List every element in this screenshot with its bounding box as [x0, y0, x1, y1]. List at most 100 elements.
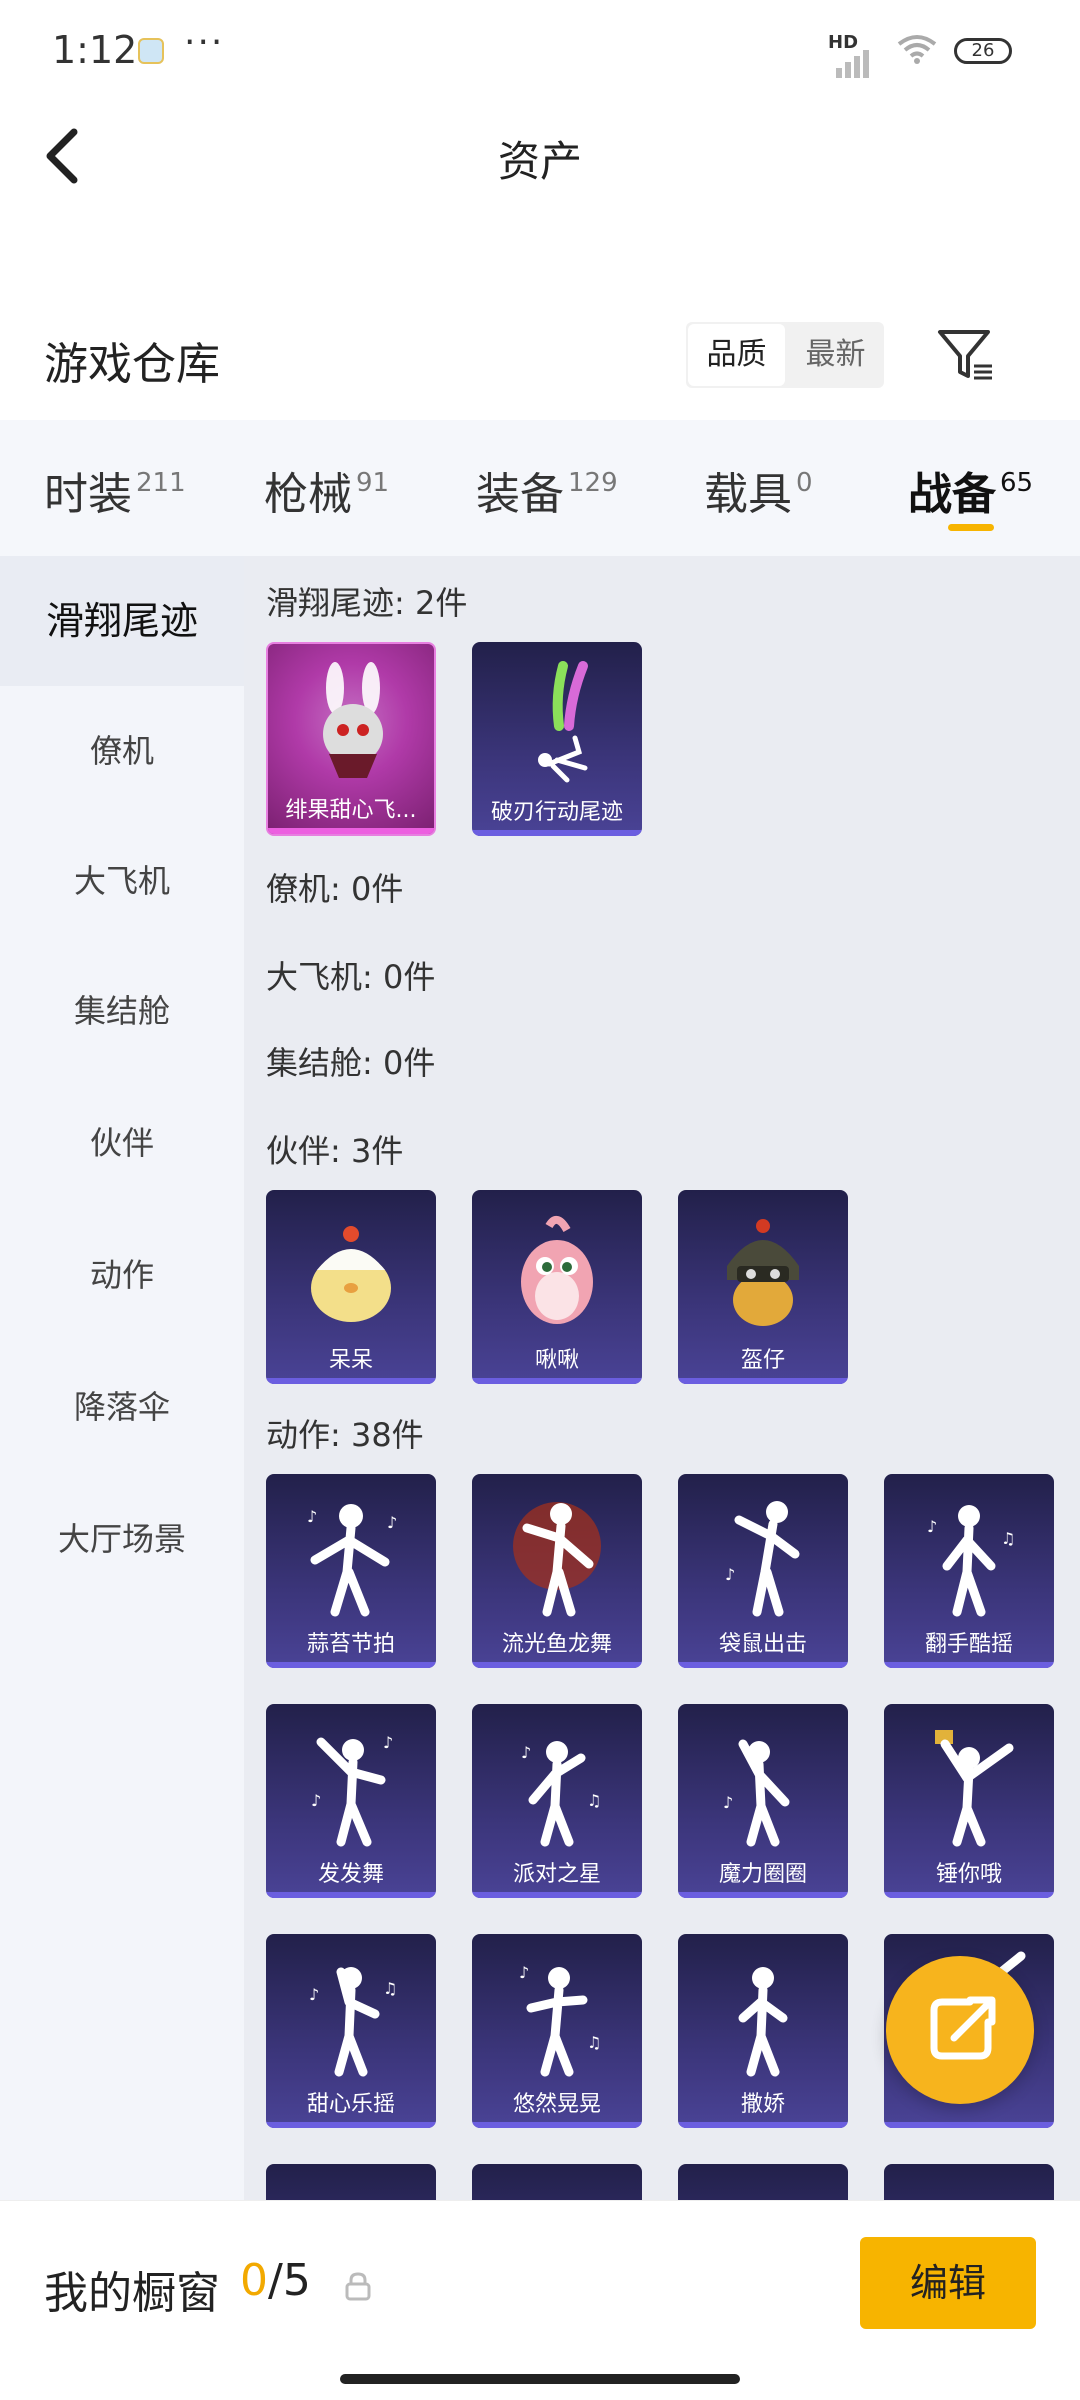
item-name: 破刃行动尾迹: [490, 800, 623, 825]
item-card[interactable]: 锤你哦: [884, 1704, 1054, 1898]
sidebar-item-glide-trail[interactable]: 滑翔尾迹: [0, 556, 244, 686]
sidebar-item-parachute[interactable]: 降落伞: [0, 1340, 244, 1474]
lock-icon: [345, 2272, 371, 2301]
showcase-count: 0/5: [240, 2255, 311, 2306]
sidebar-item-emote[interactable]: 动作: [0, 1210, 244, 1340]
magic-circle-icon: ♪: [723, 1739, 790, 1847]
sort-toggle: 品质 最新: [686, 322, 884, 388]
item-card[interactable]: ♪ 魔力圈圈: [678, 1704, 848, 1898]
item-grid-area: 滑翔尾迹: 2件 绯果甜心飞... 破刃行动尾迹 僚机: 0件 大飞机: 0件 …: [244, 556, 1080, 2200]
tab-label: 枪械: [264, 469, 352, 520]
item-card[interactable]: [266, 2164, 436, 2200]
item-card[interactable]: ♪ ♫ 甜心乐摇: [266, 1934, 436, 2128]
share-button[interactable]: [886, 1956, 1034, 2104]
item-card[interactable]: ♪ 袋鼠出击: [678, 1474, 848, 1668]
home-indicator[interactable]: [340, 2374, 740, 2384]
group-title-glide-trail: 滑翔尾迹: 2件: [266, 584, 468, 622]
warehouse-header: 游戏仓库 品质 最新: [0, 300, 1080, 420]
item-name: 啾啾: [534, 1348, 579, 1373]
item-name: 发发舞: [317, 1862, 384, 1887]
item-card[interactable]: 呆呆: [266, 1190, 436, 1384]
svg-text:♪: ♪: [519, 1963, 529, 1982]
item-card[interactable]: 盔仔: [678, 1190, 848, 1384]
svg-text:♪: ♪: [309, 1985, 319, 2004]
filter-icon[interactable]: [936, 326, 996, 386]
item-card[interactable]: 绯果甜心飞...: [266, 642, 436, 836]
item-name: 魔力圈圈: [718, 1862, 807, 1887]
tab-battle-gear[interactable]: 战备 65: [908, 458, 1033, 522]
group-title-emote: 动作: 38件: [266, 1416, 424, 1454]
edit-button[interactable]: 编辑: [860, 2237, 1036, 2329]
showcase-label: 我的橱窗: [44, 2268, 220, 2319]
svg-text:♫: ♫: [383, 1979, 397, 1998]
hammer-emote-icon: [935, 1730, 1014, 1847]
item-name: 蒜苔节拍: [306, 1632, 395, 1657]
item-card[interactable]: [678, 2164, 848, 2200]
item-card[interactable]: ♪ ♫ 翻手酷摇: [884, 1474, 1054, 1668]
group-title-wingman: 僚机: 0件: [266, 870, 404, 908]
tab-count: 211: [136, 468, 186, 498]
svg-text:♪: ♪: [307, 1507, 317, 1526]
item-card[interactable]: 撒娇: [678, 1934, 848, 2128]
tab-count: 91: [356, 468, 390, 498]
battery-icon: 26: [954, 38, 1012, 64]
tab-guns[interactable]: 枪械 91: [264, 458, 389, 522]
item-card[interactable]: ♪ ♪ 发发舞: [266, 1704, 436, 1898]
svg-text:♪: ♪: [383, 1733, 393, 1752]
status-bar: 1:12 ··· HD 26: [0, 0, 1080, 100]
item-name: 悠然晃晃: [512, 2092, 601, 2117]
page-title: 资产: [497, 137, 582, 186]
item-name: 锤你哦: [935, 1862, 1002, 1887]
showcase-bar: 我的橱窗 0/5 编辑: [0, 2200, 1080, 2400]
tab-vehicles[interactable]: 载具 0: [704, 458, 813, 522]
item-card[interactable]: ♪ ♪ 蒜苔节拍: [266, 1474, 436, 1668]
sidebar-item-wingman[interactable]: 僚机: [0, 686, 244, 816]
sidebar-item-big-plane[interactable]: 大飞机: [0, 816, 244, 946]
chick-partner-icon: [311, 1226, 391, 1322]
item-card[interactable]: ♪ ♫ 派对之星: [472, 1704, 642, 1898]
showcase-current: 0: [240, 2255, 268, 2306]
svg-text:♪: ♪: [311, 1791, 321, 1810]
category-tabs: 时装 211 枪械 91 装备 129 载具 0 战备 65: [0, 420, 1080, 556]
active-tab-indicator: [948, 524, 994, 531]
tab-fashion[interactable]: 时装 211: [44, 458, 186, 522]
sidebar-item-lobby-scene[interactable]: 大厅场景: [0, 1474, 244, 1604]
svg-text:♪: ♪: [723, 1793, 733, 1812]
sort-by-newest[interactable]: 最新: [787, 322, 884, 388]
item-card[interactable]: 破刃行动尾迹: [472, 642, 642, 836]
wifi-icon: [897, 35, 937, 64]
tab-count: 129: [568, 468, 618, 498]
external-link-icon: [930, 1996, 996, 2060]
status-time: 1:12: [52, 28, 138, 72]
sub-category-sidebar: 滑翔尾迹 僚机 大飞机 集结舱 伙伴 动作 降落伞 大厅场景: [0, 556, 244, 2200]
party-star-icon: ♪♫: [521, 1741, 601, 1847]
sweet-shake-icon: ♪ ♫: [309, 1967, 397, 2077]
svg-text:♫: ♫: [1001, 1529, 1015, 1548]
sidebar-item-partner[interactable]: 伙伴: [0, 1076, 244, 1210]
coquettish-icon: [738, 1967, 788, 2077]
item-name: 派对之星: [512, 1862, 601, 1887]
group-title-assembly-pod: 集结舱: 0件: [266, 1044, 436, 1082]
more-notifications-icon: ···: [184, 22, 225, 63]
helmet-chick-partner-icon: [727, 1219, 799, 1326]
item-card[interactable]: 流光鱼龙舞: [472, 1474, 642, 1668]
svg-text:♪: ♪: [521, 1743, 531, 1762]
group-title-big-plane: 大飞机: 0件: [266, 958, 436, 996]
tab-label: 载具: [704, 469, 792, 520]
item-card[interactable]: [472, 2164, 642, 2200]
kangaroo-punch-icon: ♪: [725, 1501, 800, 1617]
group-title-partner: 伙伴: 3件: [266, 1132, 404, 1170]
item-card[interactable]: 啾啾: [472, 1190, 642, 1384]
showcase-total: /5: [268, 2255, 311, 2306]
svg-text:♪: ♪: [725, 1565, 735, 1584]
tab-equipment[interactable]: 装备 129: [476, 458, 618, 522]
signal-icon: [836, 50, 872, 78]
sort-by-quality[interactable]: 品质: [688, 324, 785, 386]
dragon-dance-icon: [513, 1502, 601, 1617]
item-card[interactable]: [884, 2164, 1054, 2200]
item-card[interactable]: ♪ ♫ 悠然晃晃: [472, 1934, 642, 2128]
svg-text:♫: ♫: [587, 2033, 601, 2052]
leisure-sway-icon: ♪♫: [519, 1963, 601, 2077]
svg-text:♪: ♪: [387, 1513, 397, 1532]
sidebar-item-assembly-pod[interactable]: 集结舱: [0, 946, 244, 1076]
